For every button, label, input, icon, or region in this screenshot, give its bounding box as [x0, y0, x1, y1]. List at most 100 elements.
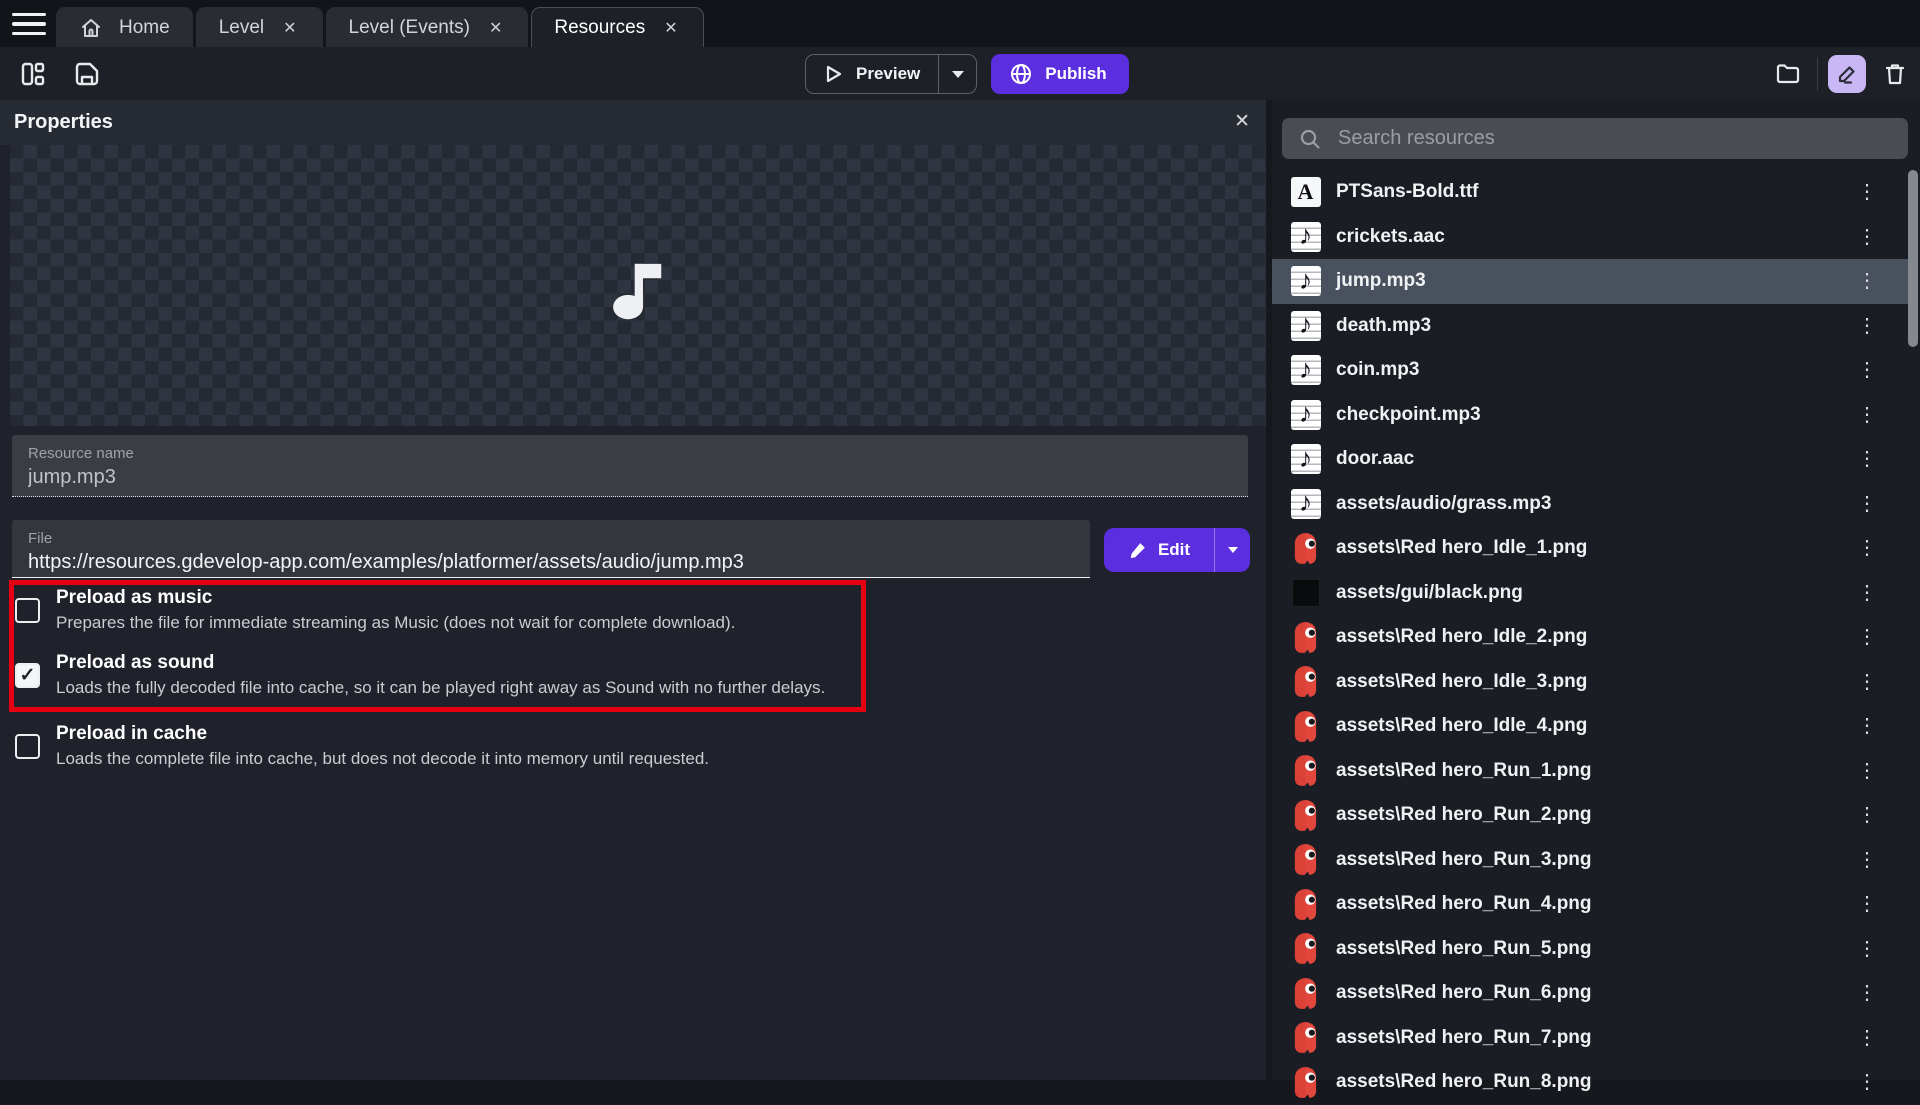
search-bar[interactable]: [1282, 118, 1908, 159]
tab-level[interactable]: Level: [196, 7, 323, 47]
audio-file-icon: [1291, 400, 1321, 430]
kebab-menu-icon[interactable]: [1853, 227, 1882, 247]
resource-row[interactable]: assets\Red hero_Run_1.png: [1272, 749, 1908, 794]
preview-dropdown-button[interactable]: [938, 55, 976, 93]
resource-row[interactable]: jump.mp3: [1272, 259, 1908, 304]
kebab-menu-icon[interactable]: [1853, 805, 1882, 825]
resources-panel: PTSans-Bold.ttf crickets.aac jump.mp3: [1272, 100, 1920, 1080]
kebab-menu-icon[interactable]: [1853, 405, 1882, 425]
scrollbar-thumb[interactable]: [1908, 170, 1918, 347]
tab-label: Level (Events): [349, 17, 470, 39]
kebab-menu-icon[interactable]: [1853, 983, 1882, 1003]
open-folder-button[interactable]: [1769, 55, 1807, 93]
resource-row[interactable]: assets\Red hero_Idle_1.png: [1272, 526, 1908, 571]
kebab-menu-icon[interactable]: [1853, 494, 1882, 514]
sprite-image-icon: [1292, 621, 1319, 654]
kebab-menu-icon[interactable]: [1853, 850, 1882, 870]
resource-row[interactable]: door.aac: [1272, 437, 1908, 482]
tab-close-icon[interactable]: [661, 16, 680, 40]
resource-thumbnail: [1290, 622, 1321, 653]
resource-row[interactable]: assets\Red hero_Run_4.png: [1272, 882, 1908, 927]
resource-row[interactable]: checkpoint.mp3: [1272, 393, 1908, 438]
kebab-menu-icon[interactable]: [1853, 583, 1882, 603]
checkbox[interactable]: [15, 598, 40, 623]
resource-row[interactable]: death.mp3: [1272, 304, 1908, 349]
kebab-menu-icon[interactable]: [1853, 1072, 1882, 1092]
audio-file-icon: [1291, 355, 1321, 385]
sprite-image-icon: [1292, 799, 1319, 832]
resource-row[interactable]: assets\Red hero_Run_6.png: [1272, 971, 1908, 1016]
resource-name: assets\Red hero_Idle_3.png: [1336, 671, 1587, 693]
publish-button[interactable]: Publish: [991, 54, 1128, 94]
search-input[interactable]: [1338, 127, 1892, 150]
audio-file-icon: [1291, 444, 1321, 474]
preload-option-text: Preload in cache Loads the complete file…: [56, 723, 709, 769]
checkbox[interactable]: [15, 663, 40, 688]
resource-name: assets/audio/grass.mp3: [1336, 493, 1551, 515]
resource-row[interactable]: assets\Red hero_Run_8.png: [1272, 1060, 1908, 1105]
tab-resources[interactable]: Resources: [531, 7, 703, 47]
checkbox[interactable]: [15, 734, 40, 759]
kebab-menu-icon[interactable]: [1853, 1028, 1882, 1048]
resource-row[interactable]: assets\Red hero_Idle_2.png: [1272, 615, 1908, 660]
resource-row[interactable]: assets/audio/grass.mp3: [1272, 482, 1908, 527]
sprite-image-icon: [1292, 932, 1319, 965]
resource-row[interactable]: assets\Red hero_Idle_3.png: [1272, 660, 1908, 705]
resource-thumbnail: [1290, 978, 1321, 1009]
sprite-image-icon: [1292, 888, 1319, 921]
kebab-menu-icon[interactable]: [1853, 316, 1882, 336]
resource-row[interactable]: assets\Red hero_Run_2.png: [1272, 793, 1908, 838]
resource-name: assets\Red hero_Idle_4.png: [1336, 715, 1587, 737]
save-button[interactable]: [68, 55, 106, 93]
resource-row[interactable]: PTSans-Bold.ttf: [1272, 170, 1908, 215]
resource-thumbnail: [1290, 933, 1321, 964]
preload-option-text: Preload as sound Loads the fully decoded…: [56, 652, 825, 698]
tab-home[interactable]: Home: [56, 7, 193, 47]
properties-panel: Properties Resource name jump.mp3 File h…: [0, 100, 1266, 1080]
resource-row[interactable]: assets\Red hero_Run_5.png: [1272, 927, 1908, 972]
search-icon: [1298, 127, 1322, 151]
tab-close-icon[interactable]: [486, 16, 505, 40]
kebab-menu-icon[interactable]: [1853, 672, 1882, 692]
tab-label: Resources: [554, 17, 645, 39]
kebab-menu-icon[interactable]: [1853, 538, 1882, 558]
edit-mode-button[interactable]: [1828, 55, 1866, 93]
kebab-menu-icon[interactable]: [1853, 894, 1882, 914]
resource-row[interactable]: assets\Red hero_Idle_4.png: [1272, 704, 1908, 749]
resource-row[interactable]: assets\Red hero_Run_7.png: [1272, 1016, 1908, 1061]
sprite-image-icon: [1292, 710, 1319, 743]
kebab-menu-icon[interactable]: [1853, 761, 1882, 781]
preload-option: Preload as sound Loads the fully decoded…: [15, 652, 825, 698]
kebab-menu-icon[interactable]: [1853, 939, 1882, 959]
resource-thumbnail: [1290, 355, 1321, 386]
kebab-menu-icon[interactable]: [1853, 271, 1882, 291]
kebab-menu-icon[interactable]: [1853, 360, 1882, 380]
chevron-down-icon: [952, 71, 964, 78]
hamburger-menu-icon[interactable]: [12, 11, 46, 37]
resource-name: death.mp3: [1336, 315, 1431, 337]
preview-button[interactable]: Preview: [805, 54, 977, 94]
resource-name: door.aac: [1336, 448, 1414, 470]
audio-file-icon: [1291, 266, 1321, 296]
resource-row[interactable]: crickets.aac: [1272, 215, 1908, 260]
resource-row[interactable]: assets/gui/black.png: [1272, 571, 1908, 616]
sprite-image-icon: [1292, 977, 1319, 1010]
resource-thumbnail: [1290, 444, 1321, 475]
kebab-menu-icon[interactable]: [1853, 716, 1882, 736]
resource-thumbnail: [1290, 800, 1321, 831]
kebab-menu-icon[interactable]: [1853, 182, 1882, 202]
resource-row[interactable]: coin.mp3: [1272, 348, 1908, 393]
resource-name: assets\Red hero_Idle_1.png: [1336, 537, 1587, 559]
layout-panels-button[interactable]: [14, 55, 52, 93]
resource-row[interactable]: assets\Red hero_Run_3.png: [1272, 838, 1908, 883]
tab-label: Home: [119, 17, 170, 39]
kebab-menu-icon[interactable]: [1853, 449, 1882, 469]
tab-level-events-[interactable]: Level (Events): [326, 7, 529, 47]
resource-name: assets\Red hero_Run_2.png: [1336, 804, 1592, 826]
tab-close-icon[interactable]: [280, 16, 299, 40]
audio-file-icon: [1291, 311, 1321, 341]
delete-button[interactable]: [1876, 55, 1914, 93]
kebab-menu-icon[interactable]: [1853, 627, 1882, 647]
resource-thumbnail: [1290, 889, 1321, 920]
black-image-icon: [1292, 579, 1320, 607]
